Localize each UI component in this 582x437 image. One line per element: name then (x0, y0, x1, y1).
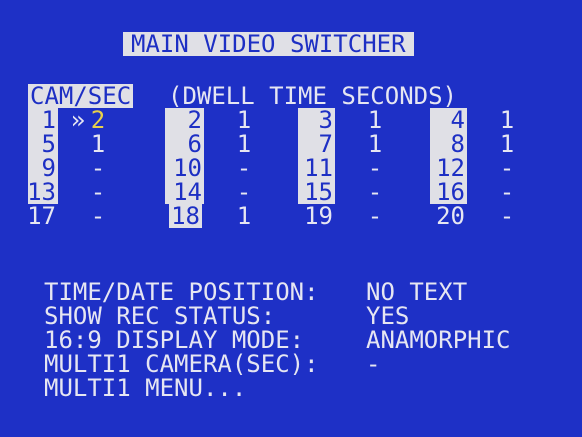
camera-number-20[interactable]: 20 (425, 204, 465, 228)
camera-number-18[interactable]: 18 (162, 204, 202, 228)
dwell-value[interactable]: 1 (233, 108, 255, 132)
menu-item[interactable]: SHOW REC STATUS: YES (44, 304, 409, 328)
camera-number-1[interactable]: 1 (16, 108, 56, 132)
camera-number-16[interactable]: 16 (425, 180, 465, 204)
menu-item-value: - (366, 350, 381, 378)
dwell-value[interactable]: - (364, 180, 386, 204)
dwell-value[interactable]: 1 (364, 108, 386, 132)
camera-number-7[interactable]: 7 (293, 132, 333, 156)
camera-number-14[interactable]: 14 (162, 180, 202, 204)
dwell-value[interactable]: - (496, 156, 518, 180)
camera-number-label: 17 (27, 202, 56, 230)
menu-item[interactable]: TIME/DATE POSITION: NO TEXT (44, 280, 467, 304)
camera-number-5[interactable]: 5 (16, 132, 56, 156)
menu-item[interactable]: MULTI1 CAMERA(SEC): - (44, 352, 380, 376)
dwell-value[interactable]: - (233, 156, 255, 180)
camera-number-15[interactable]: 15 (293, 180, 333, 204)
header-dwell-time: (DWELL TIME SECONDS) (168, 82, 457, 110)
camera-number-4[interactable]: 4 (425, 108, 465, 132)
dwell-value[interactable]: - (87, 156, 109, 180)
dwell-value[interactable]: - (87, 204, 109, 228)
dwell-value[interactable]: - (496, 180, 518, 204)
camera-number-9[interactable]: 9 (16, 156, 56, 180)
camera-number-label: 18 (169, 202, 202, 230)
camera-number-19[interactable]: 19 (293, 204, 333, 228)
menu-item-label: 16:9 DISPLAY MODE: (44, 326, 305, 354)
camera-number-2[interactable]: 2 (162, 108, 202, 132)
dwell-value[interactable]: - (496, 204, 518, 228)
camera-number-3[interactable]: 3 (293, 108, 333, 132)
camera-number-12[interactable]: 12 (425, 156, 465, 180)
dwell-value[interactable]: - (233, 180, 255, 204)
menu-item-value: ANAMORPHIC (366, 326, 511, 354)
menu-item-label: SHOW REC STATUS: (44, 302, 276, 330)
menu-item-label: MULTI1 MENU... (44, 374, 247, 402)
camera-number-label: 19 (304, 202, 333, 230)
selection-cursor: » (70, 106, 86, 134)
page-title: MAIN VIDEO SWITCHER (123, 32, 414, 56)
camera-number-10[interactable]: 10 (162, 156, 202, 180)
dwell-value[interactable]: 1 (496, 108, 518, 132)
dwell-value[interactable]: 2 (87, 108, 109, 132)
camera-number-17[interactable]: 17 (16, 204, 56, 228)
menu-item-label: TIME/DATE POSITION: (44, 278, 319, 306)
camera-number-label: 20 (436, 202, 465, 230)
dwell-value[interactable]: - (364, 156, 386, 180)
camera-number-6[interactable]: 6 (162, 132, 202, 156)
dwell-value[interactable]: - (364, 204, 386, 228)
dwell-value[interactable]: 1 (87, 132, 109, 156)
camera-number-8[interactable]: 8 (425, 132, 465, 156)
camera-number-13[interactable]: 13 (16, 180, 56, 204)
dwell-value[interactable]: - (87, 180, 109, 204)
dwell-value[interactable]: 1 (233, 204, 255, 228)
header-cam-sec: CAM/SEC (28, 82, 134, 110)
switcher-screen: MAIN VIDEO SWITCHER CAM/SEC (DWELL TIME … (0, 0, 582, 437)
menu-item[interactable]: MULTI1 MENU... (44, 376, 366, 400)
menu-item-label: MULTI1 CAMERA(SEC): (44, 350, 319, 378)
dwell-value[interactable]: 1 (496, 132, 518, 156)
dwell-value[interactable]: 1 (364, 132, 386, 156)
menu-item[interactable]: 16:9 DISPLAY MODE: ANAMORPHIC (44, 328, 511, 352)
dwell-value[interactable]: 1 (233, 132, 255, 156)
camera-number-11[interactable]: 11 (293, 156, 333, 180)
